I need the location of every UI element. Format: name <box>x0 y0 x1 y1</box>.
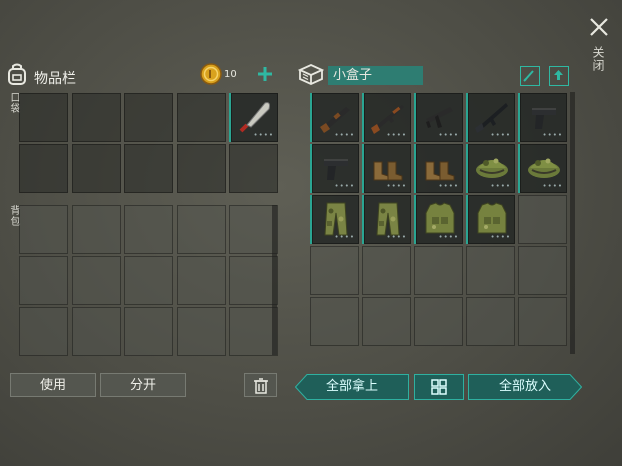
container-slot[interactable]: •••• <box>466 144 515 193</box>
container-slot[interactable]: •••• <box>310 144 359 193</box>
rename-button[interactable] <box>520 66 540 86</box>
durability-dots: •••• <box>438 182 459 190</box>
upload-icon <box>554 70 563 80</box>
backpack-slot[interactable] <box>229 205 278 254</box>
close-label: 关闭 <box>591 46 605 72</box>
coin-count: 10 <box>224 69 237 80</box>
backpack-slot[interactable] <box>71 256 121 305</box>
container-slot[interactable] <box>414 297 463 346</box>
container-slot[interactable] <box>362 297 411 346</box>
grid-icon <box>431 379 447 395</box>
container-slot[interactable]: •••• <box>466 93 515 142</box>
delete-button[interactable] <box>244 373 277 397</box>
durability-dots: •••• <box>542 131 563 139</box>
backpack-slot[interactable] <box>19 205 68 254</box>
container-name-field[interactable]: 小盒子 <box>328 66 423 85</box>
container-slot[interactable]: •••• <box>362 93 411 142</box>
pocket-slot[interactable] <box>229 144 278 193</box>
durability-dots: •••• <box>334 182 355 190</box>
use-button[interactable]: 使用 <box>10 373 96 397</box>
pocket-slot[interactable] <box>19 93 68 142</box>
container-slot[interactable] <box>466 246 515 295</box>
inventory-scrollbar[interactable] <box>272 205 277 355</box>
split-button[interactable]: 分开 <box>100 373 186 397</box>
container-slot[interactable]: •••• <box>310 93 359 142</box>
durability-dots: •••• <box>542 182 563 190</box>
backpack-slot[interactable] <box>176 256 226 305</box>
container-slot[interactable]: •••• <box>414 93 463 142</box>
backpack-slot[interactable] <box>19 256 68 305</box>
trash-icon <box>253 378 268 394</box>
pocket-slot[interactable] <box>19 144 68 193</box>
container-slot[interactable] <box>310 297 359 346</box>
take-all-label: 全部拿上 <box>325 379 378 394</box>
backpack-slot[interactable] <box>19 307 68 356</box>
backpack-slot[interactable] <box>124 256 173 305</box>
container-slot[interactable]: •••• <box>414 195 463 244</box>
backpack-slot[interactable] <box>71 205 121 254</box>
container-slot[interactable]: •••• <box>414 144 463 193</box>
pocket-slot[interactable] <box>176 93 226 142</box>
take-all-button[interactable]: 全部拿上 <box>295 374 409 400</box>
pocket-slot[interactable] <box>71 93 121 142</box>
durability-dots: •••• <box>490 131 511 139</box>
edit-icon <box>523 70 534 82</box>
durability-dots: •••• <box>438 131 459 139</box>
container-slot[interactable]: •••• <box>518 93 567 142</box>
durability-dots: •••• <box>490 233 511 241</box>
backpack-slot[interactable] <box>124 205 173 254</box>
durability-dots: •••• <box>386 131 407 139</box>
container-scrollbar[interactable] <box>570 92 575 354</box>
container-slot[interactable]: •••• <box>518 144 567 193</box>
plus-icon <box>258 67 272 81</box>
container-title: 小盒子 <box>333 68 373 83</box>
container-slot[interactable] <box>310 246 359 295</box>
backpack-slot[interactable] <box>229 307 278 356</box>
pocket-slot[interactable] <box>176 144 226 193</box>
durability-dots: •••• <box>253 131 274 139</box>
close-button[interactable] <box>586 14 612 40</box>
pocket-slot[interactable] <box>124 93 173 142</box>
add-coins-button[interactable] <box>256 65 274 83</box>
backpack-slot[interactable] <box>124 307 173 356</box>
container-slot[interactable] <box>518 297 567 346</box>
close-icon <box>590 18 608 36</box>
box-icon <box>297 62 325 90</box>
sort-button[interactable] <box>414 374 464 400</box>
backpack-icon <box>6 62 28 90</box>
container-slot[interactable] <box>414 246 463 295</box>
backpack-slot[interactable] <box>176 205 226 254</box>
pocket-slot[interactable] <box>124 144 173 193</box>
durability-dots: •••• <box>386 233 407 241</box>
container-slot[interactable]: •••• <box>466 195 515 244</box>
put-all-label: 全部放入 <box>498 379 551 394</box>
durability-dots: •••• <box>438 233 459 241</box>
coin-icon <box>200 63 222 89</box>
upload-button[interactable] <box>549 66 569 86</box>
durability-dots: •••• <box>334 233 355 241</box>
inventory-title: 物品栏 <box>34 71 76 87</box>
pocket-slot[interactable]: •••• <box>229 93 278 142</box>
container-slot[interactable] <box>362 246 411 295</box>
durability-dots: •••• <box>490 182 511 190</box>
container-slot[interactable] <box>518 246 567 295</box>
pocket-slot[interactable] <box>71 144 121 193</box>
put-all-button[interactable]: 全部放入 <box>468 374 582 400</box>
durability-dots: •••• <box>334 131 355 139</box>
durability-dots: •••• <box>386 182 407 190</box>
backpack-slot[interactable] <box>71 307 121 356</box>
container-slot[interactable]: •••• <box>310 195 359 244</box>
container-slot[interactable]: •••• <box>362 144 411 193</box>
container-slot[interactable] <box>518 195 567 244</box>
container-slot[interactable] <box>466 297 515 346</box>
container-slot[interactable]: •••• <box>362 195 411 244</box>
backpack-slot[interactable] <box>176 307 226 356</box>
backpack-slot[interactable] <box>229 256 278 305</box>
